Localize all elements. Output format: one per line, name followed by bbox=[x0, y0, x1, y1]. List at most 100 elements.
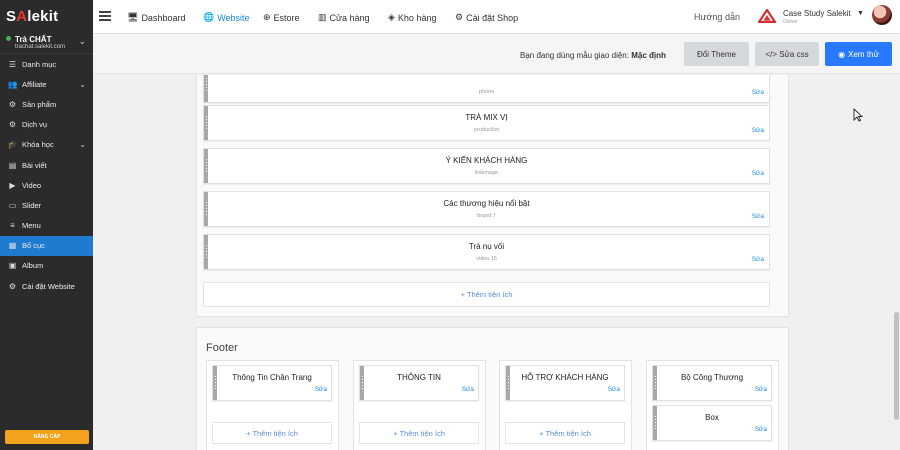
theme-name: Mặc định bbox=[631, 51, 666, 60]
hamburger-menu-icon[interactable] bbox=[99, 11, 111, 21]
mouse-cursor-icon bbox=[853, 108, 863, 122]
footer-title: Footer bbox=[206, 342, 238, 354]
avatar[interactable] bbox=[872, 5, 892, 25]
sidebar-item-video[interactable]: ▶ Video bbox=[0, 175, 93, 195]
edit-link[interactable]: Sửa bbox=[608, 386, 620, 393]
chevron-down-icon: ⌄ bbox=[79, 140, 86, 150]
logo[interactable]: S Alekit bbox=[0, 0, 93, 32]
add-widget-button[interactable]: + Thêm tiện ích bbox=[505, 422, 625, 444]
add-widget-button[interactable]: + Thêm tiện ích bbox=[203, 282, 770, 307]
nav-estore[interactable]: ⊕ Estore bbox=[263, 12, 300, 23]
widget-card[interactable]: TRÀ MIX VỊ productlist Sửa bbox=[203, 105, 770, 141]
users-icon: 👥 bbox=[7, 79, 18, 89]
sidebar-item-dich-vu[interactable]: ⚙ Dịch vụ bbox=[0, 115, 93, 135]
widget-card[interactable]: Các thương hiệu nổi bật brand 7 Sửa bbox=[203, 191, 770, 227]
widget-title: Box bbox=[705, 413, 719, 422]
preview-button[interactable]: ◉ Xem thử bbox=[825, 42, 892, 66]
service-icon: ⚙ bbox=[8, 120, 17, 130]
layout-editor: phone Sửa TRÀ MIX VỊ productlist Sửa Ý K… bbox=[93, 75, 893, 450]
widget-card[interactable]: Box Sửa bbox=[652, 405, 772, 441]
stack-icon: ◈ bbox=[388, 12, 395, 22]
drag-handle-icon[interactable] bbox=[506, 366, 510, 400]
account-name[interactable]: Case Study Salekit bbox=[783, 9, 851, 18]
sidebar-item-menu[interactable]: ≡ Menu bbox=[0, 216, 93, 236]
sidebar-item-label: Sản phẩm bbox=[22, 99, 57, 109]
sidebar-item-label: Bố cục bbox=[22, 241, 45, 251]
widget-card[interactable]: Bộ Công Thương Sửa bbox=[652, 365, 772, 401]
sidebar-item-slider[interactable]: ▭ Slider bbox=[0, 195, 93, 215]
edit-link[interactable]: Sửa bbox=[752, 170, 764, 177]
add-widget-button[interactable]: + Thêm tiện ích bbox=[212, 422, 332, 444]
sidebar-item-label: Cài đặt Website bbox=[22, 281, 75, 291]
widget-title: Ý KIẾN KHÁCH HÀNG bbox=[445, 156, 528, 165]
widget-card[interactable]: THÔNG TIN Sửa bbox=[359, 365, 479, 401]
sidebar-item-bo-cuc[interactable]: ▦ Bố cục bbox=[0, 235, 93, 256]
edit-link[interactable]: Sửa bbox=[752, 127, 764, 134]
drag-handle-icon[interactable] bbox=[213, 366, 217, 400]
drag-handle-icon[interactable] bbox=[204, 192, 208, 226]
drag-handle-icon[interactable] bbox=[204, 235, 208, 269]
chevron-down-icon: ⌄ bbox=[79, 79, 86, 89]
sidebar-item-khoa-hoc[interactable]: 🎓 Khóa học ⌄ bbox=[0, 135, 93, 155]
nav-cua-hang[interactable]: ▥ Cửa hàng bbox=[318, 12, 370, 23]
nav-cai-dat-shop[interactable]: ⚙ Cài đặt Shop bbox=[455, 12, 518, 23]
nav-label: Dashboard bbox=[141, 12, 186, 23]
theme-note-prefix: Bạn đang dùng mẫu giao diện: bbox=[520, 51, 629, 60]
nav-label: Cài đặt Shop bbox=[466, 12, 519, 23]
widget-card[interactable]: Trà nụ vối video 15 Sửa bbox=[203, 234, 770, 270]
widget-title: THÔNG TIN bbox=[397, 373, 441, 382]
guide-link[interactable]: Hướng dẫn bbox=[694, 12, 740, 22]
chevron-down-icon: ⌄ bbox=[78, 36, 86, 46]
upgrade-button[interactable]: NÂNG CẤP bbox=[5, 430, 89, 444]
drag-handle-icon[interactable] bbox=[360, 366, 364, 400]
widget-type: productlist bbox=[473, 127, 500, 133]
widget-title: Các thương hiệu nổi bật bbox=[443, 199, 530, 208]
widget-card[interactable]: phone Sửa bbox=[203, 75, 770, 103]
caret-down-icon[interactable]: ▼ bbox=[857, 10, 864, 17]
widget-card[interactable]: HỖ TRỢ KHÁCH HÀNG Sửa bbox=[505, 365, 625, 401]
edit-css-button[interactable]: </> Sửa css bbox=[755, 42, 819, 66]
sidebar-item-label: Affiliate bbox=[22, 79, 47, 89]
compass-icon: ⊕ bbox=[263, 12, 271, 22]
nav-kho-hang[interactable]: ◈ Kho hàng bbox=[388, 12, 436, 23]
edit-link[interactable]: Sửa bbox=[752, 89, 764, 96]
drag-handle-icon[interactable] bbox=[204, 149, 208, 183]
change-theme-button[interactable]: Đổi Theme bbox=[684, 42, 749, 66]
scrollbar-thumb[interactable] bbox=[894, 312, 899, 420]
edit-link[interactable]: Sửa bbox=[755, 386, 767, 393]
menu-icon: ≡ bbox=[10, 221, 15, 231]
nav-dashboard[interactable]: 🖥 Dashboard bbox=[127, 12, 185, 23]
edit-link[interactable]: Sửa bbox=[462, 386, 474, 393]
sidebar-item-danh-muc[interactable]: ☰ Danh mục bbox=[0, 54, 93, 74]
sidebar-item-label: Menu bbox=[22, 221, 41, 231]
drag-handle-icon[interactable] bbox=[204, 106, 208, 140]
drag-handle-icon[interactable] bbox=[653, 366, 657, 400]
theme-note: Bạn đang dùng mẫu giao diện: Mặc định bbox=[520, 51, 666, 60]
edit-link[interactable]: Sửa bbox=[752, 256, 764, 263]
list-icon: ☰ bbox=[8, 59, 17, 69]
sidebar-item-bai-viet[interactable]: ▤ Bài viết bbox=[0, 155, 93, 175]
edit-link[interactable]: Sửa bbox=[752, 213, 764, 220]
account-role: Owner bbox=[783, 19, 798, 25]
footer-column: Thông Tin Chân Trang Sửa + Thêm tiện ích bbox=[206, 360, 339, 450]
sidebar-item-album[interactable]: ▣ Album bbox=[0, 256, 93, 276]
sidebar-item-san-pham[interactable]: ⚙ Sản phẩm bbox=[0, 94, 93, 114]
edit-link[interactable]: Sửa bbox=[315, 386, 327, 393]
graduation-cap-icon: 🎓 bbox=[7, 140, 18, 150]
store-switcher[interactable]: Trà CHẤT trachat.salekit.com ⌄ bbox=[0, 32, 93, 54]
nav-website[interactable]: 🌐 Website bbox=[203, 12, 250, 23]
widget-type: video 15 bbox=[476, 256, 497, 262]
sidebar-item-cai-dat-website[interactable]: ⚙ Cài đặt Website bbox=[0, 276, 93, 296]
store-icon: ▥ bbox=[318, 12, 327, 22]
footer-column: THÔNG TIN Sửa + Thêm tiện ích bbox=[353, 360, 486, 450]
sidebar-item-label: Dịch vụ bbox=[22, 120, 48, 130]
status-dot-icon bbox=[6, 36, 11, 41]
add-widget-button[interactable]: + Thêm tiện ích bbox=[359, 422, 479, 444]
sidebar-item-affiliate[interactable]: 👥 Affiliate ⌄ bbox=[0, 74, 93, 94]
drag-handle-icon[interactable] bbox=[653, 406, 657, 440]
settings-icon: ⚙ bbox=[8, 281, 17, 291]
scrollbar[interactable] bbox=[893, 75, 900, 450]
edit-link[interactable]: Sửa bbox=[755, 426, 767, 433]
widget-card[interactable]: Thông Tin Chân Trang Sửa bbox=[212, 365, 332, 401]
widget-card[interactable]: Ý KIẾN KHÁCH HÀNG linkimage Sửa bbox=[203, 148, 770, 184]
